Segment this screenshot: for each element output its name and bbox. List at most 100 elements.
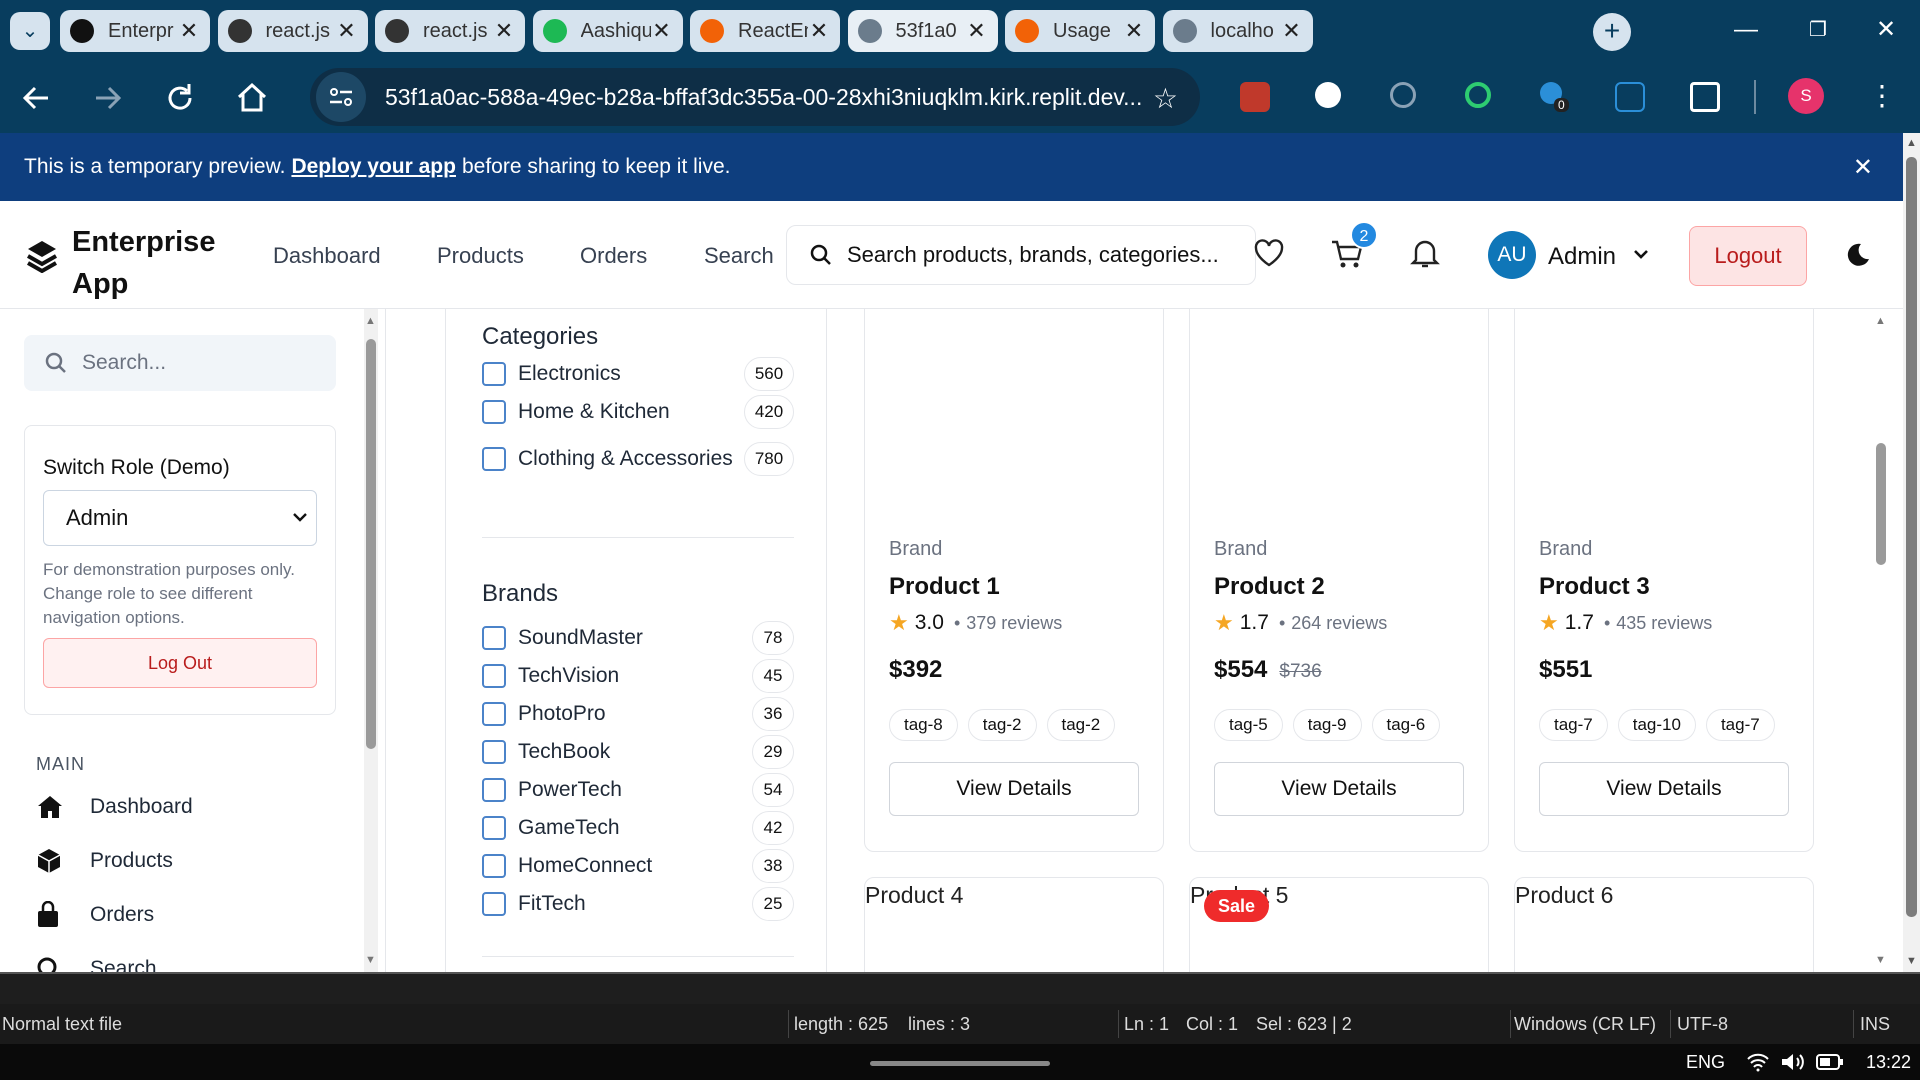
tab-close-icon[interactable]: ✕ xyxy=(808,18,830,44)
tab-close-icon[interactable]: ✕ xyxy=(493,18,515,44)
browser-tab[interactable]: localho ✕ xyxy=(1162,10,1313,52)
product-card[interactable]: Product 6 xyxy=(1514,877,1814,972)
language-indicator[interactable]: ENG xyxy=(1686,1052,1725,1073)
tag-chip[interactable]: tag-5 xyxy=(1214,709,1283,741)
product-card[interactable]: Brand Product 2 ★ 1.7 • 264 reviews $554 $736 ta… xyxy=(1189,309,1489,852)
extensions-puzzle-icon[interactable] xyxy=(1690,82,1720,112)
sidebar-item-dashboard[interactable]: Dashboard xyxy=(36,787,193,827)
deploy-link[interactable]: Deploy your app xyxy=(291,155,456,179)
product-card[interactable]: Product 5Sale xyxy=(1189,877,1489,972)
browser-tab[interactable]: Enterpr ✕ xyxy=(60,10,210,52)
scroll-up-arrow-icon[interactable]: ▲ xyxy=(1906,137,1917,149)
brand-filter-row[interactable]: SoundMaster 78 xyxy=(482,621,794,655)
user-avatar[interactable]: AU xyxy=(1488,231,1536,279)
brand-filter-row[interactable]: TechBook 29 xyxy=(482,735,794,769)
product-card[interactable]: Product 4 xyxy=(864,877,1164,972)
extension-icon-2[interactable] xyxy=(1315,82,1341,108)
header-search-input[interactable]: Search products, brands, categories... xyxy=(786,225,1256,285)
wishlist-heart-icon[interactable] xyxy=(1254,239,1284,267)
product-card[interactable]: Brand Product 1 ★ 3.0 • 379 reviews $392 tag-8 t… xyxy=(864,309,1164,852)
nav-search[interactable]: Search xyxy=(704,243,774,269)
browser-tab[interactable]: react.js ✕ xyxy=(217,10,368,52)
volume-icon[interactable] xyxy=(1780,1052,1806,1072)
checkbox[interactable] xyxy=(482,447,506,471)
browser-tab[interactable]: 53f1a0 ✕ xyxy=(847,10,998,52)
sidebar-search-input[interactable]: Search... xyxy=(24,335,336,391)
nav-dashboard[interactable]: Dashboard xyxy=(273,243,381,269)
checkbox[interactable] xyxy=(482,362,506,386)
main-scrollbar[interactable]: ▲ ▼ xyxy=(1874,309,1888,972)
checkbox[interactable] xyxy=(482,664,506,688)
notification-bell-icon[interactable] xyxy=(1410,237,1440,269)
main-scroll-thumb[interactable] xyxy=(1876,443,1886,565)
bookmark-star-icon[interactable]: ☆ xyxy=(1153,82,1178,115)
banner-close-icon[interactable]: ✕ xyxy=(1853,153,1873,182)
sidebar-item-orders[interactable]: Orders xyxy=(36,895,154,935)
tab-search-button[interactable]: ⌄ xyxy=(10,12,50,50)
sidebar-item-search[interactable]: Search xyxy=(36,949,157,972)
extension-icon-1[interactable] xyxy=(1240,82,1270,112)
brand-filter-row[interactable]: PhotoPro 36 xyxy=(482,697,794,731)
forward-icon[interactable] xyxy=(88,78,128,118)
checkbox[interactable] xyxy=(482,626,506,650)
back-icon[interactable] xyxy=(16,78,56,118)
sidebar-logout-button[interactable]: Log Out xyxy=(43,638,317,688)
checkbox[interactable] xyxy=(482,778,506,802)
battery-icon[interactable] xyxy=(1816,1054,1844,1070)
product-name[interactable]: Product 2 xyxy=(1214,573,1325,601)
brand[interactable]: Enterprise App xyxy=(26,221,232,305)
tab-close-icon[interactable]: ✕ xyxy=(1123,18,1145,44)
tag-chip[interactable]: tag-2 xyxy=(1046,709,1116,741)
role-select[interactable]: Admin xyxy=(43,490,317,546)
view-details-button[interactable]: View Details xyxy=(889,762,1139,816)
reload-icon[interactable] xyxy=(160,78,200,118)
new-tab-button[interactable]: + xyxy=(1593,13,1631,51)
clock-time[interactable]: 13:22 xyxy=(1866,1052,1911,1073)
close-window-button[interactable]: ✕ xyxy=(1868,12,1904,48)
scroll-down-arrow-icon[interactable]: ▼ xyxy=(365,954,376,966)
category-filter-row[interactable]: Home & Kitchen 420 xyxy=(482,395,794,429)
browser-tab[interactable]: react.js ✕ xyxy=(375,10,525,52)
product-name[interactable]: Product 1 xyxy=(889,573,1000,601)
home-indicator[interactable] xyxy=(870,1061,1050,1066)
dark-mode-moon-icon[interactable] xyxy=(1843,241,1871,269)
checkbox[interactable] xyxy=(482,892,506,916)
profile-avatar[interactable]: S xyxy=(1788,78,1824,114)
tag-chip[interactable]: tag-9 xyxy=(1292,709,1362,741)
tab-close-icon[interactable]: ✕ xyxy=(966,18,988,44)
browser-menu-icon[interactable]: ⋮ xyxy=(1868,78,1896,114)
category-filter-row[interactable]: Electronics 560 xyxy=(482,357,794,391)
browser-tab[interactable]: ReactEn ✕ xyxy=(690,10,840,52)
brand-filter-row[interactable]: PowerTech 54 xyxy=(482,773,794,807)
category-filter-row[interactable]: Clothing & Accessories 780 xyxy=(482,442,794,476)
checkbox[interactable] xyxy=(482,702,506,726)
site-info-icon[interactable] xyxy=(316,72,366,122)
tag-chip[interactable]: tag-8 xyxy=(889,709,958,741)
scroll-up-arrow-icon[interactable]: ▲ xyxy=(1875,315,1886,327)
tag-chip[interactable]: tag-2 xyxy=(967,709,1037,741)
minimize-button[interactable]: — xyxy=(1728,12,1764,48)
extension-icon-3[interactable] xyxy=(1390,82,1416,108)
product-card[interactable]: Brand Product 3 ★ 1.7 • 435 reviews $551 tag-7 t… xyxy=(1514,309,1814,852)
extension-icon-4[interactable] xyxy=(1465,82,1491,108)
tab-close-icon[interactable]: ✕ xyxy=(651,18,673,44)
tab-close-icon[interactable]: ✕ xyxy=(178,18,200,44)
checkbox[interactable] xyxy=(482,854,506,878)
checkbox[interactable] xyxy=(482,816,506,840)
tag-chip[interactable]: tag-6 xyxy=(1371,709,1441,741)
extension-icon-6[interactable] xyxy=(1615,82,1645,112)
view-details-button[interactable]: View Details xyxy=(1214,762,1464,816)
browser-tab[interactable]: Usage ✕ xyxy=(1005,10,1155,52)
nav-orders[interactable]: Orders xyxy=(580,243,647,269)
logout-button[interactable]: Logout xyxy=(1689,226,1807,286)
tag-chip[interactable]: tag-7 xyxy=(1539,709,1608,741)
tab-close-icon[interactable]: ✕ xyxy=(1281,18,1303,44)
wifi-icon[interactable] xyxy=(1746,1052,1770,1072)
tag-chip[interactable]: tag-10 xyxy=(1617,709,1696,741)
brand-filter-row[interactable]: GameTech 42 xyxy=(482,811,794,845)
nav-products[interactable]: Products xyxy=(437,243,524,269)
checkbox[interactable] xyxy=(482,740,506,764)
address-bar[interactable]: 53f1a0ac-588a-49ec-b28a-bffaf3dc355a-00-… xyxy=(310,68,1200,126)
browser-scrollbar[interactable]: ▲ ▼ xyxy=(1903,133,1920,972)
brand-filter-row[interactable]: TechVision 45 xyxy=(482,659,794,693)
